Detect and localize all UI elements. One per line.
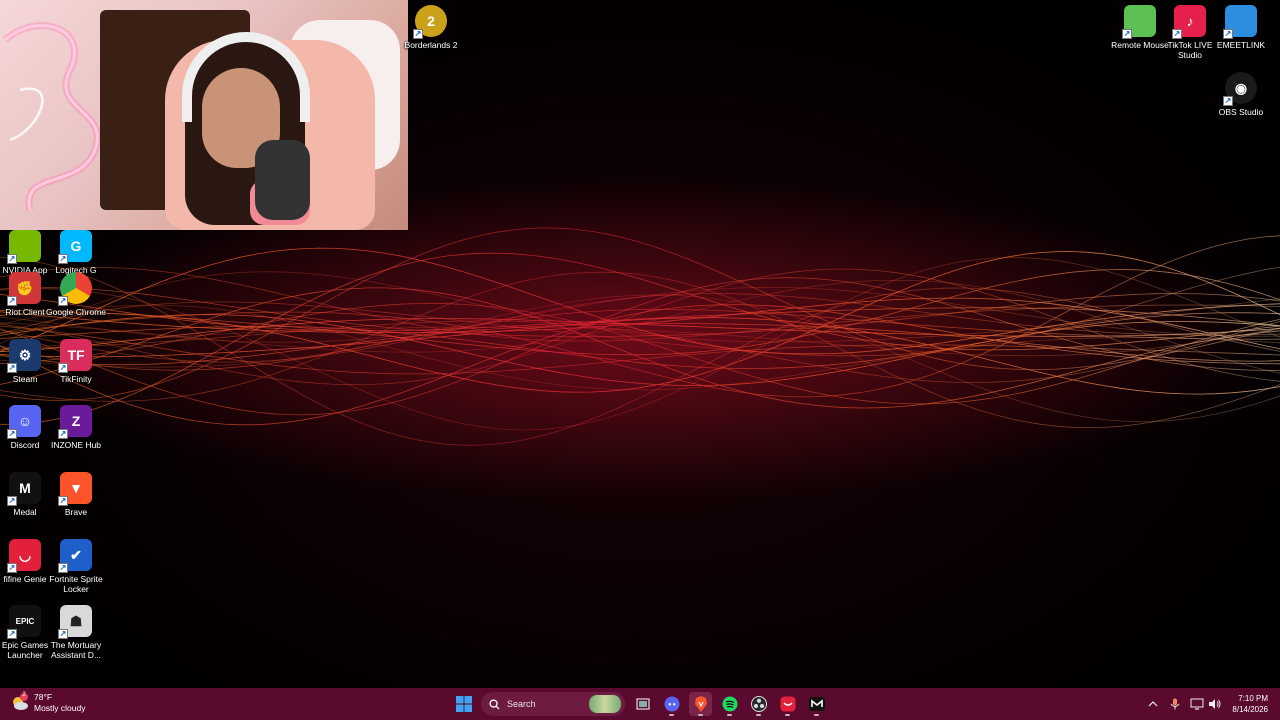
volume-tray-button[interactable] xyxy=(1206,695,1224,713)
taskbar-clock[interactable]: 7:10 PM 8/14/2026 xyxy=(1232,693,1268,715)
shortcut-arrow-icon: ↗ xyxy=(58,363,68,373)
microphone-icon xyxy=(255,140,310,220)
weather-condition: Mostly cloudy xyxy=(34,703,86,713)
discord-icon: ☺ ↗ xyxy=(7,405,41,439)
shortcut-arrow-icon: ↗ xyxy=(7,429,17,439)
desktop-shortcut-label: OBS Studio xyxy=(1218,107,1264,117)
desktop-shortcut-borderlands[interactable]: 2 ↗ Borderlands 2 xyxy=(401,5,461,50)
taskbar-discord[interactable] xyxy=(660,692,683,716)
epic-icon: EPIC ↗ xyxy=(7,605,41,639)
shortcut-arrow-icon: ↗ xyxy=(58,629,68,639)
mortuary-icon: ☗ ↗ xyxy=(58,605,92,639)
microphone-tray-button[interactable] xyxy=(1166,695,1184,713)
logitech-icon: G ↗ xyxy=(58,230,92,264)
brave-icon xyxy=(694,696,707,712)
nvidia-icon: ↗ xyxy=(7,230,41,264)
desktop-shortcut-emeetlink[interactable]: ↗ EMEETLINK xyxy=(1211,5,1271,50)
desktop-shortcut-chrome[interactable]: ↗ Google Chrome xyxy=(46,272,106,317)
search-label: Search xyxy=(507,699,536,709)
inzone-icon: Z ↗ xyxy=(58,405,92,439)
clock-time: 7:10 PM xyxy=(1238,694,1268,703)
network-tray-button[interactable] xyxy=(1188,695,1206,713)
shortcut-arrow-icon: ↗ xyxy=(1223,29,1233,39)
riot-icon: ✊ ↗ xyxy=(7,272,41,306)
tiktok-icon: ♪ ↗ xyxy=(1172,5,1206,39)
shortcut-arrow-icon: ↗ xyxy=(7,363,17,373)
brave-icon: ▼ ↗ xyxy=(58,472,92,506)
weather-badge: 2 xyxy=(22,692,26,698)
desktop-shortcut-label: Borderlands 2 xyxy=(404,40,458,50)
taskbar-spotify[interactable] xyxy=(718,692,741,716)
borderlands-icon: 2 ↗ xyxy=(413,5,447,39)
volume-icon xyxy=(1209,699,1221,709)
weather-cloud-icon: 2 xyxy=(10,692,30,713)
show-hidden-icons-button[interactable] xyxy=(1144,695,1162,713)
taskbar-obs[interactable] xyxy=(747,692,770,716)
desktop-shortcut-fortnite[interactable]: ✔ ↗ Fortnite Sprite Locker xyxy=(46,539,106,594)
taskbar-medal[interactable] xyxy=(805,692,828,716)
shortcut-arrow-icon: ↗ xyxy=(58,254,68,264)
network-icon xyxy=(1190,698,1204,710)
remote-mouse-icon: ↗ xyxy=(1122,5,1156,39)
webcam-overlay xyxy=(0,0,408,230)
search-icon xyxy=(489,698,500,710)
fortnite-icon: ✔ ↗ xyxy=(58,539,92,573)
shortcut-arrow-icon: ↗ xyxy=(413,29,423,39)
weather-temp: 78°F xyxy=(34,692,53,702)
desktop-shortcut-label: INZONE Hub xyxy=(50,440,102,450)
desktop-shortcut-label: Google Chrome xyxy=(46,307,107,317)
desktop-shortcut-inzone[interactable]: Z ↗ INZONE Hub xyxy=(46,405,106,450)
task-view-button[interactable] xyxy=(631,692,654,716)
shortcut-arrow-icon: ↗ xyxy=(7,629,17,639)
shortcut-arrow-icon: ↗ xyxy=(58,296,68,306)
fifine-icon xyxy=(780,696,795,712)
chrome-icon: ↗ xyxy=(58,272,92,306)
desktop-shortcut-label: EMEETLINK xyxy=(1216,40,1266,50)
desktop-shortcut-label: The Mortuary Assistant D... xyxy=(50,640,102,660)
shortcut-arrow-icon: ↗ xyxy=(7,254,17,264)
shortcut-arrow-icon: ↗ xyxy=(1223,96,1233,106)
obs-icon: ◉ ↗ xyxy=(1223,72,1257,106)
weather-widget[interactable]: 2 78°F Mostly cloudy xyxy=(10,692,86,714)
emeetlink-icon: ↗ xyxy=(1223,5,1257,39)
desktop-shortcut-label: TikFinity xyxy=(60,374,92,384)
microphone-icon xyxy=(1171,698,1180,710)
desktop-shortcut-brave[interactable]: ▼ ↗ Brave xyxy=(46,472,106,517)
medal-icon xyxy=(808,697,825,711)
task-view-icon xyxy=(635,698,650,710)
clock-date: 8/14/2026 xyxy=(1232,705,1268,714)
taskbar-fifine[interactable] xyxy=(776,692,799,716)
desktop-shortcut-label: Fortnite Sprite Locker xyxy=(49,574,103,594)
shortcut-arrow-icon: ↗ xyxy=(1172,29,1182,39)
chevron-up-icon xyxy=(1148,701,1158,707)
shortcut-arrow-icon: ↗ xyxy=(58,429,68,439)
desktop-shortcut-mortuary[interactable]: ☗ ↗ The Mortuary Assistant D... xyxy=(46,605,106,660)
start-button[interactable] xyxy=(452,692,475,716)
medal-icon: M ↗ xyxy=(7,472,41,506)
discord-icon xyxy=(664,696,679,712)
desktop-shortcut-tikfinity[interactable]: TF ↗ TikFinity xyxy=(46,339,106,384)
taskbar: 2 78°F Mostly cloudy Search 7:10 PM 8/14… xyxy=(0,688,1280,720)
start-icon xyxy=(455,696,472,712)
taskbar-brave[interactable] xyxy=(689,692,712,716)
system-tray: 7:10 PM 8/14/2026 xyxy=(1144,688,1280,720)
shortcut-arrow-icon: ↗ xyxy=(58,496,68,506)
tikfinity-icon: TF ↗ xyxy=(58,339,92,373)
taskbar-search[interactable]: Search xyxy=(481,692,625,716)
spotify-icon xyxy=(722,696,737,712)
shortcut-arrow-icon: ↗ xyxy=(58,563,68,573)
desktop-shortcut-label: Brave xyxy=(64,507,88,517)
shortcut-arrow-icon: ↗ xyxy=(7,496,17,506)
shortcut-arrow-icon: ↗ xyxy=(7,296,17,306)
fifine-icon: ◡ ↗ xyxy=(7,539,41,573)
shortcut-arrow-icon: ↗ xyxy=(1122,29,1132,39)
obs-icon xyxy=(750,696,767,712)
steam-icon: ⚙ ↗ xyxy=(7,339,41,373)
search-highlight-image xyxy=(589,695,621,713)
taskbar-center: Search xyxy=(452,691,828,717)
shortcut-arrow-icon: ↗ xyxy=(7,563,17,573)
desktop-shortcut-obs[interactable]: ◉ ↗ OBS Studio xyxy=(1211,72,1271,117)
